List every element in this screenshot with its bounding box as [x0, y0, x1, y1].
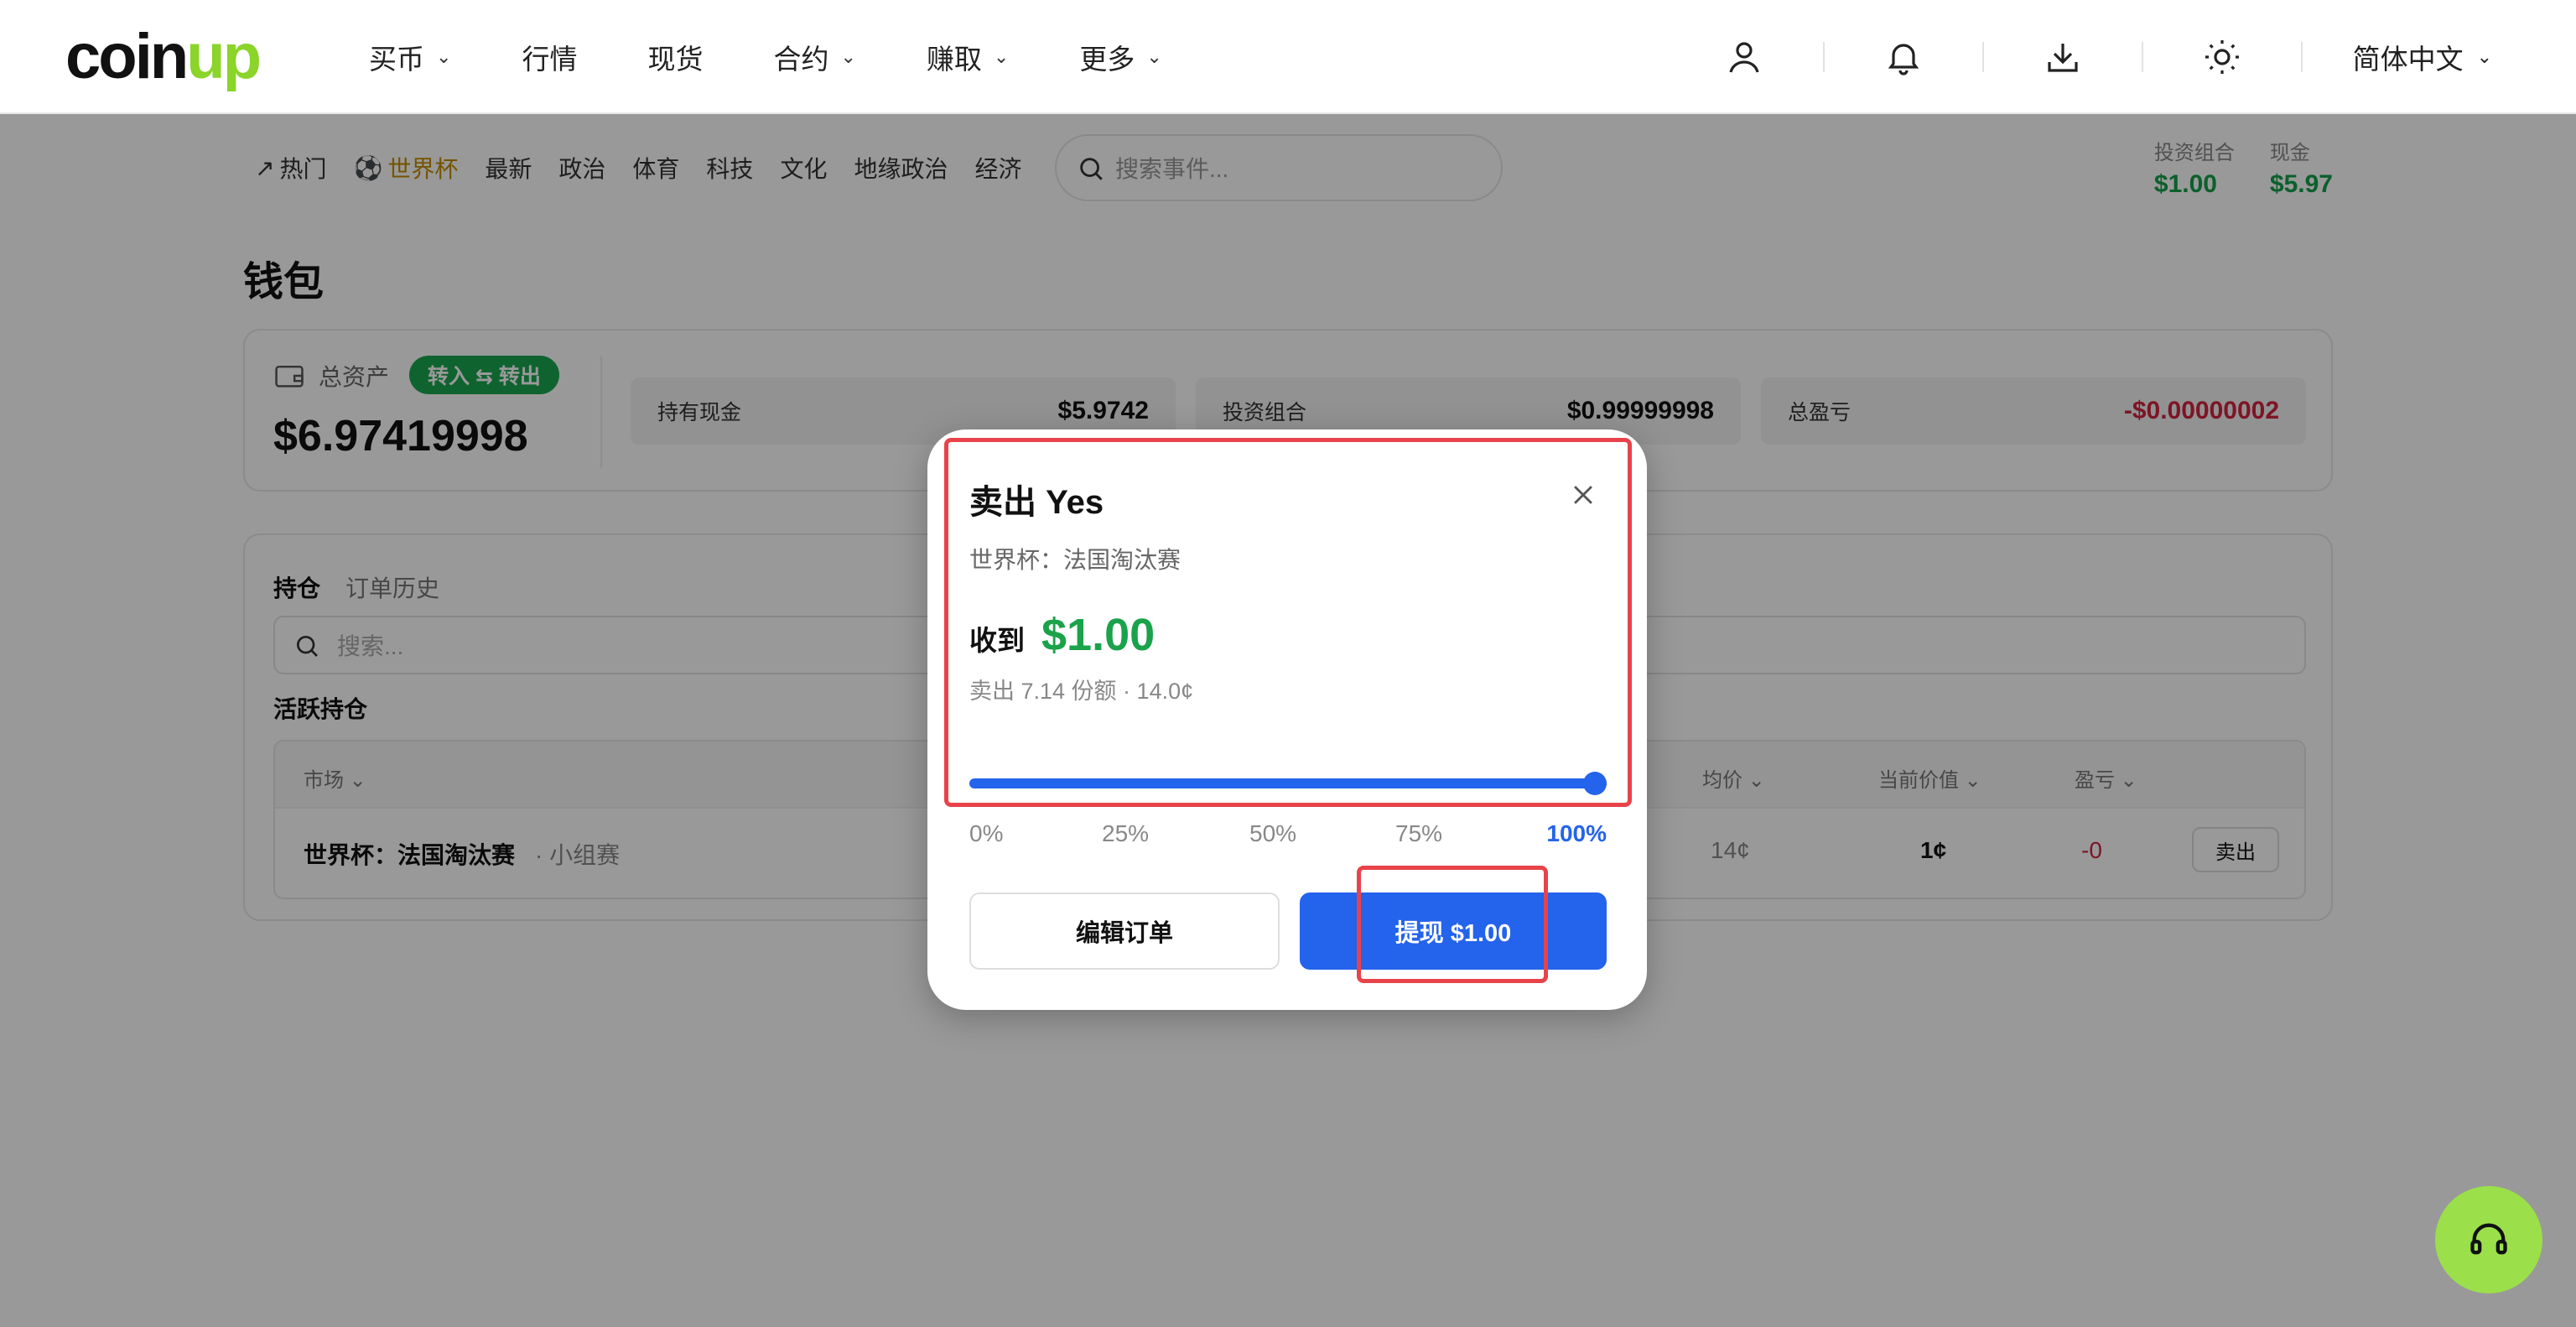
nav-more[interactable]: 更多 ⌄	[1079, 37, 1161, 77]
nav-spot[interactable]: 现货	[647, 37, 703, 77]
divider	[1981, 42, 1984, 72]
logo-accent: up	[186, 20, 262, 92]
headset-icon	[2470, 1223, 2507, 1255]
nav-label: 赚取	[926, 44, 982, 75]
nav-buy-crypto[interactable]: 买币 ⌄	[369, 37, 451, 77]
nav-label: 合约	[773, 44, 829, 75]
main-nav: 买币 ⌄ 行情 现货 合约 ⌄ 赚取 ⌄ 更多 ⌄	[369, 0, 1233, 114]
tick-75[interactable]: 75%	[1395, 820, 1442, 847]
nav-label: 买币	[369, 44, 424, 75]
coinup-logo[interactable]: coin up	[65, 21, 262, 92]
chevron-down-icon: ⌄	[840, 46, 856, 67]
tick-50[interactable]: 50%	[1249, 820, 1296, 847]
tick-0[interactable]: 0%	[969, 820, 1003, 847]
divider	[2141, 42, 2143, 72]
customer-support-button[interactable]	[2435, 1186, 2542, 1293]
highlight-box	[944, 438, 1632, 807]
divider	[1822, 42, 1825, 72]
tick-100[interactable]: 100%	[1546, 820, 1607, 847]
divider	[2300, 42, 2303, 72]
logo-text: coin	[65, 20, 189, 92]
chevron-down-icon: ⌄	[993, 46, 1010, 67]
tick-25[interactable]: 25%	[1102, 820, 1149, 847]
slider-ticks: 0% 25% 50% 75% 100%	[969, 820, 1607, 851]
top-navigation-bar: coin up 买币 ⌄ 行情 现货 合约 ⌄ 赚取 ⌄ 更多 ⌄ 简体中文 ⌄	[0, 0, 2576, 114]
nav-futures[interactable]: 合约 ⌄	[773, 37, 855, 77]
bell-icon[interactable]	[1878, 32, 1929, 82]
user-icon[interactable]	[1719, 32, 1769, 82]
chevron-down-icon: ⌄	[2476, 46, 2492, 67]
sun-icon[interactable]	[2197, 32, 2247, 82]
highlight-box	[1357, 866, 1548, 983]
nav-label: 更多	[1079, 44, 1135, 75]
chevron-down-icon: ⌄	[436, 46, 452, 67]
edit-order-button[interactable]: 编辑订单	[969, 892, 1280, 970]
nav-earn[interactable]: 赚取 ⌄	[927, 37, 1009, 77]
nav-label: 行情	[522, 44, 578, 75]
download-icon[interactable]	[2038, 32, 2088, 82]
language-selector[interactable]: 简体中文 ⌄	[2353, 37, 2492, 77]
chevron-down-icon: ⌄	[1146, 46, 1162, 67]
nav-label: 现货	[647, 44, 704, 75]
nav-markets[interactable]: 行情	[522, 37, 577, 77]
language-label: 简体中文	[2352, 44, 2464, 75]
header-actions: 简体中文 ⌄	[1660, 0, 2492, 114]
